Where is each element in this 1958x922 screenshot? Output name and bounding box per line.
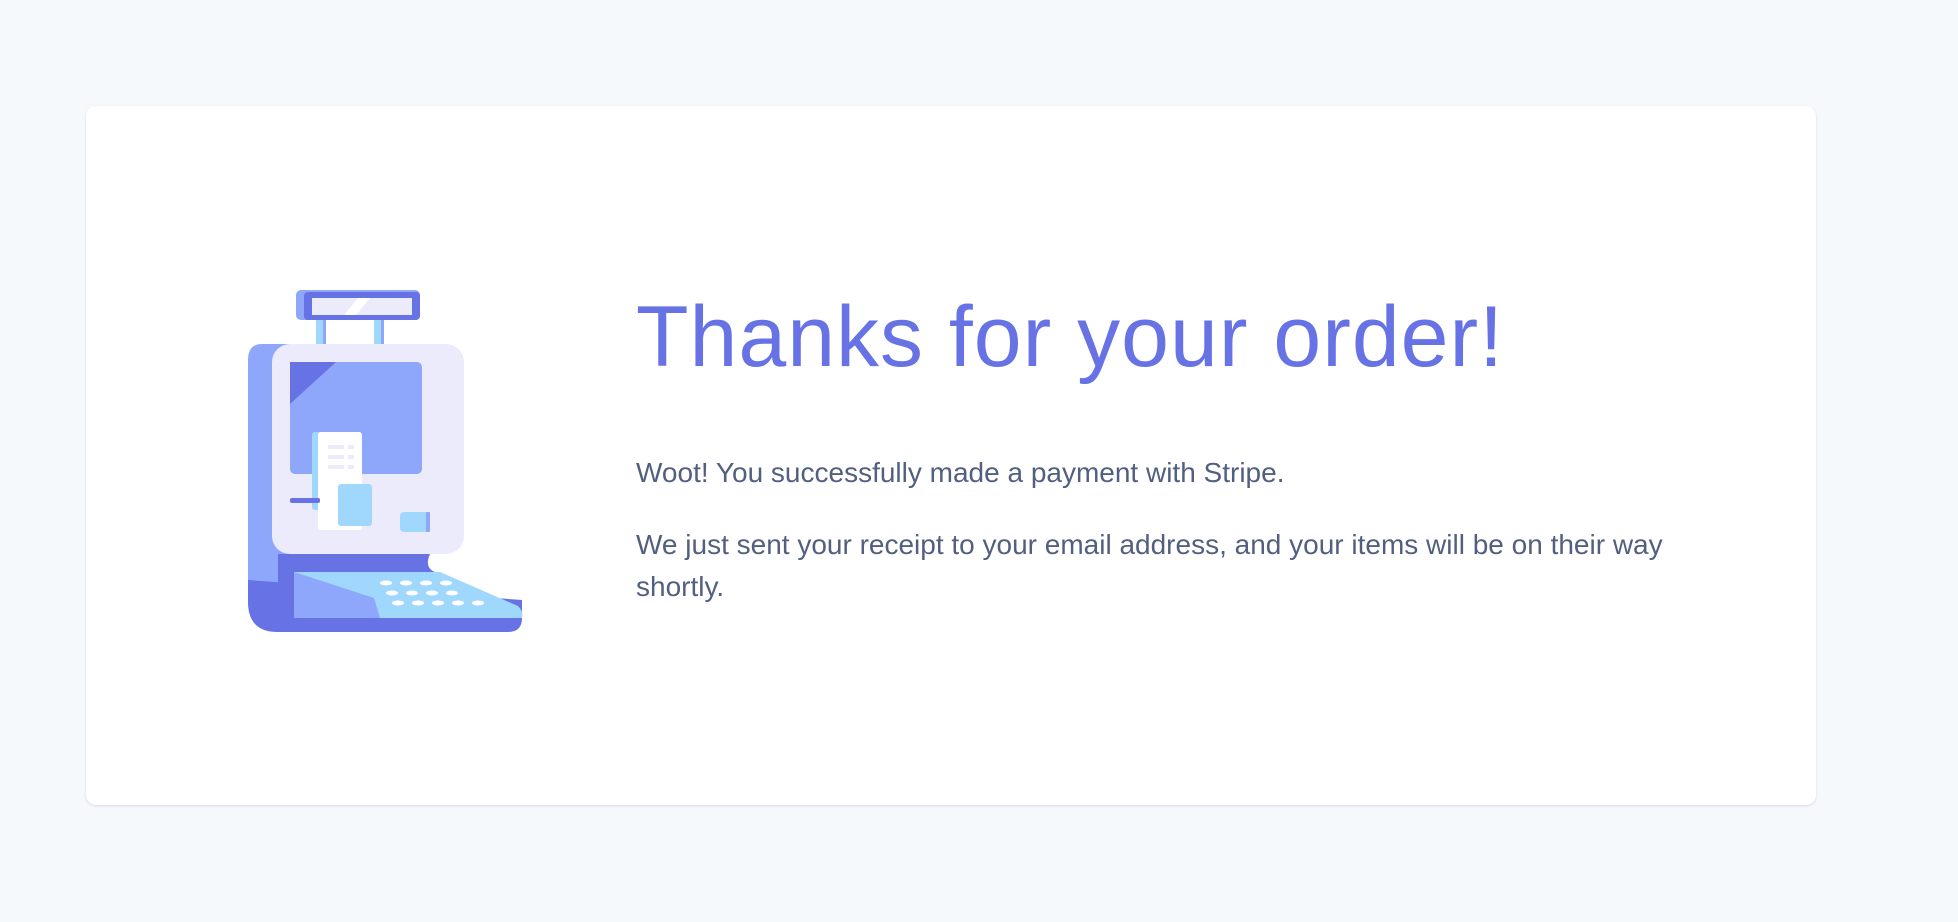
confirmation-content: Thanks for your order! Woot! You success…	[636, 282, 1696, 608]
receipt-line-3	[328, 465, 344, 469]
terminal-status-light-edge	[426, 512, 430, 532]
receipt-info-message: We just sent your receipt to your email …	[636, 529, 1663, 602]
card-slot-bar	[290, 498, 320, 503]
receipt-line-5	[348, 455, 354, 459]
page-title: Thanks for your order!	[636, 289, 1505, 385]
terminal-stem-left-shade	[323, 320, 326, 346]
payment-success-message: Woot! You successfully made a payment wi…	[636, 457, 1285, 488]
receipt-line-1	[328, 445, 344, 449]
receipt-line-4	[348, 445, 354, 449]
terminal-stem-right-shade	[381, 320, 384, 346]
terminal-status-light	[400, 512, 430, 532]
payment-terminal-illustration	[248, 290, 523, 632]
receipt-card	[338, 484, 372, 526]
receipt-line-2	[328, 455, 344, 459]
order-confirmation-card: Thanks for your order! Woot! You success…	[86, 106, 1816, 805]
receipt-line-6	[348, 465, 354, 469]
